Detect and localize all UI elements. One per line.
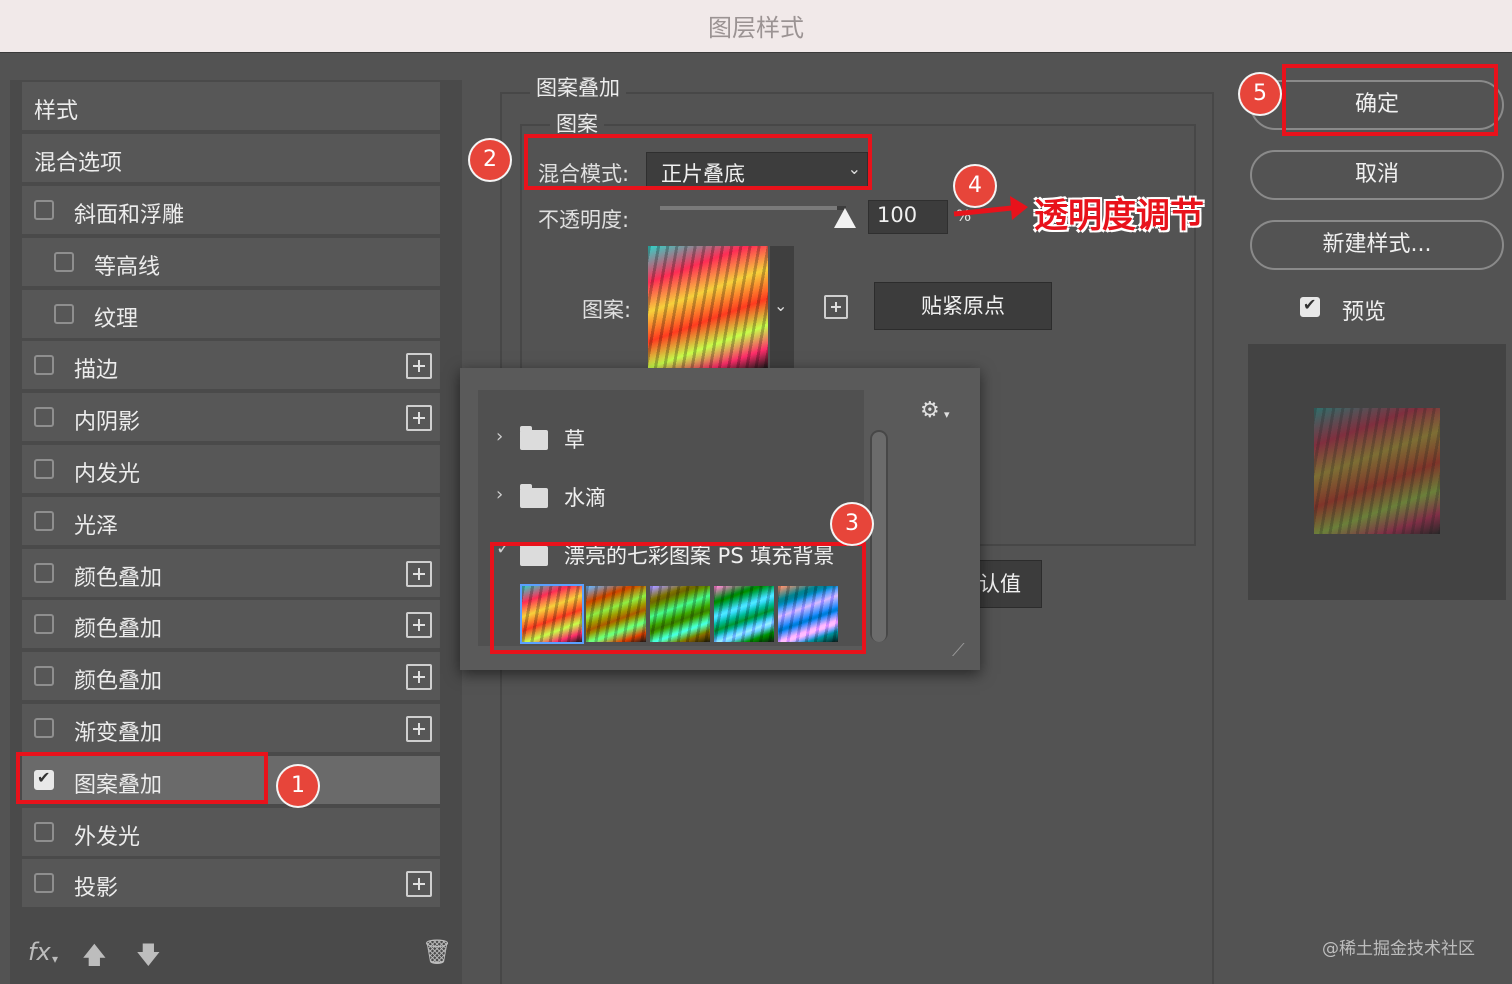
styles-header-label: 样式: [34, 99, 79, 124]
pattern-label: 图案:: [582, 298, 632, 322]
folder-icon: [520, 426, 548, 450]
trash-icon[interactable]: 🗑: [422, 938, 452, 966]
style-item[interactable]: 纹理: [22, 289, 440, 340]
highlight-pattern-set: [490, 542, 866, 654]
style-checkbox[interactable]: [34, 614, 54, 635]
opacity-input[interactable]: 100: [868, 200, 948, 234]
watermark: @稀土掘金技术社区: [1322, 939, 1475, 959]
style-item[interactable]: 颜色叠加: [22, 600, 440, 651]
style-item-label: 斜面和浮雕: [74, 203, 185, 228]
annotation-callout-text: 透明度调节: [1034, 196, 1204, 236]
style-item[interactable]: 斜面和浮雕: [22, 186, 440, 236]
annotation-badge-3: 3: [832, 504, 872, 544]
snap-to-origin-button[interactable]: 贴紧原点: [874, 282, 1052, 330]
style-checkbox[interactable]: [34, 510, 54, 531]
style-item-label: 内阴影: [74, 410, 141, 436]
style-checkbox[interactable]: [54, 251, 74, 272]
style-item-label: 描边: [74, 358, 119, 384]
add-effect-icon[interactable]: [406, 612, 432, 639]
style-item-label: 渐变叠加: [74, 721, 163, 746]
pattern-picker-toggle[interactable]: ⌄: [770, 246, 794, 368]
style-item-label: 外发光: [74, 824, 141, 850]
style-item[interactable]: 内发光: [22, 445, 440, 495]
new-style-button[interactable]: 新建样式...: [1250, 220, 1504, 270]
opacity-slider-fill: [660, 206, 837, 210]
style-item[interactable]: 颜色叠加: [22, 652, 440, 703]
fx-button[interactable]: fx: [28, 938, 51, 966]
fx-menu-chevron-icon: ▾: [52, 952, 59, 966]
preview-label: 预览: [1342, 300, 1387, 325]
style-item[interactable]: 等高线: [22, 237, 440, 288]
chevron-down-icon: ⌄: [774, 296, 788, 315]
style-item[interactable]: 描边: [22, 341, 440, 392]
add-effect-icon[interactable]: [406, 716, 432, 742]
styles-footer: fx ▾ 🡅 🡇 🗑: [12, 930, 452, 980]
popup-scrollbar-thumb[interactable]: [872, 432, 886, 642]
style-checkbox[interactable]: [34, 718, 54, 738]
preview-checkbox[interactable]: [1300, 295, 1320, 317]
blend-options-item[interactable]: 混合选项: [22, 134, 440, 184]
highlight-ok-button: [1282, 64, 1498, 136]
style-checkbox[interactable]: [34, 562, 54, 583]
folder-label: 水滴: [564, 486, 606, 510]
folder-row-grass[interactable]: › 草: [478, 414, 864, 464]
style-item-label: 颜色叠加: [74, 565, 163, 591]
add-effect-icon[interactable]: [406, 353, 432, 380]
new-pattern-preset-button[interactable]: [824, 295, 848, 319]
gear-menu-chevron-icon: ▾: [944, 408, 950, 421]
style-item-label: 纹理: [94, 306, 139, 332]
style-item-label: 颜色叠加: [74, 669, 163, 695]
style-checkbox[interactable]: [34, 873, 54, 894]
highlight-pattern-overlay-item: [16, 752, 268, 804]
style-checkbox[interactable]: [34, 666, 54, 687]
resize-grip-icon[interactable]: ⟋: [952, 640, 965, 661]
add-effect-icon[interactable]: [406, 664, 432, 691]
style-checkbox[interactable]: [34, 459, 54, 479]
dialog-title: 图层样式: [708, 14, 804, 42]
style-item-label: 等高线: [94, 254, 161, 280]
chevron-right-icon: ›: [496, 484, 504, 505]
annotation-badge-1: 1: [278, 766, 318, 806]
opacity-slider-thumb[interactable]: [834, 208, 856, 228]
add-effect-icon[interactable]: [406, 560, 432, 587]
style-checkbox[interactable]: [34, 200, 54, 220]
add-effect-icon[interactable]: [406, 871, 432, 898]
section-title: 图案叠加: [530, 72, 626, 102]
annotation-arrow-icon: [953, 196, 1028, 220]
style-checkbox[interactable]: [34, 355, 54, 376]
style-item[interactable]: 光泽: [22, 496, 440, 547]
move-down-icon[interactable]: 🡇: [136, 938, 161, 979]
styles-list-panel: 样式 混合选项 斜面和浮雕 等高线 纹理 描边 内阴影 内发光 光泽 颜色叠加 颜色叠加 颜色叠加…: [10, 80, 462, 984]
style-item-label: 颜色叠加: [74, 617, 163, 643]
style-item[interactable]: 颜色叠加: [22, 548, 440, 599]
chevron-right-icon: ›: [496, 426, 504, 447]
annotation-badge-2: 2: [470, 140, 510, 180]
style-item[interactable]: 外发光: [22, 807, 440, 858]
cancel-button[interactable]: 取消: [1250, 150, 1504, 200]
folder-row-water-drops[interactable]: › 水滴: [478, 472, 864, 522]
styles-header[interactable]: 样式: [22, 82, 440, 132]
opacity-slider-track[interactable]: [660, 206, 846, 210]
style-checkbox[interactable]: [34, 821, 54, 842]
style-item[interactable]: 内阴影: [22, 393, 440, 444]
folder-label: 草: [564, 428, 585, 452]
style-item-label: 光泽: [74, 513, 119, 539]
style-preview-image: [1314, 408, 1440, 534]
style-item[interactable]: 投影: [22, 859, 440, 910]
style-item[interactable]: 渐变叠加: [22, 704, 440, 754]
style-item-label: 内发光: [74, 462, 141, 487]
opacity-label: 不透明度:: [538, 208, 630, 232]
folder-icon: [520, 484, 548, 508]
style-item-label: 投影: [74, 876, 119, 902]
highlight-blend-mode: [524, 134, 872, 190]
annotation-badge-5: 5: [1240, 74, 1280, 114]
add-effect-icon[interactable]: [406, 405, 432, 432]
gear-icon[interactable]: ⚙: [920, 398, 940, 423]
move-up-icon[interactable]: 🡅: [82, 938, 107, 979]
style-checkbox[interactable]: [54, 303, 74, 324]
blend-options-label: 混合选项: [34, 151, 123, 176]
pattern-swatch[interactable]: [648, 246, 768, 368]
style-checkbox[interactable]: [34, 407, 54, 428]
